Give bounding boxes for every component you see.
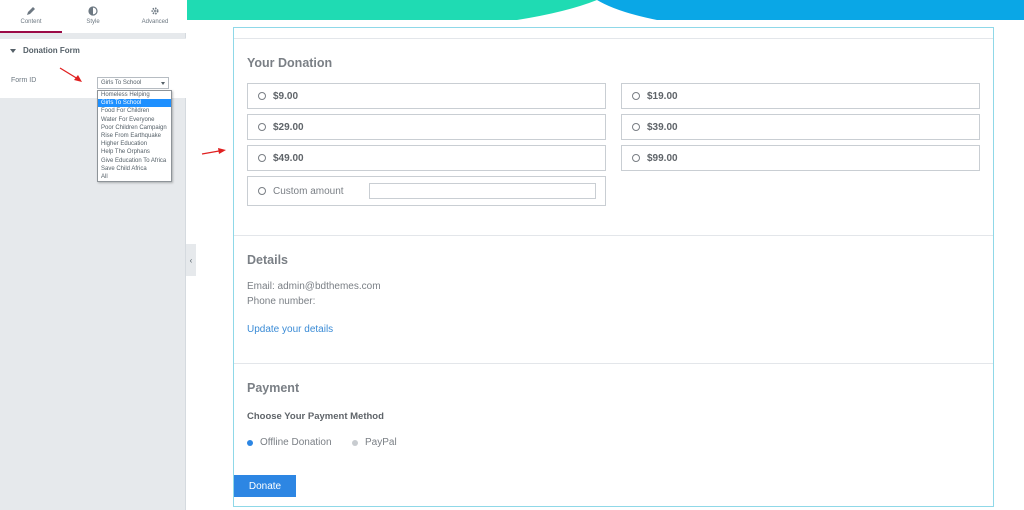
amount-option-19[interactable]: $19.00 [621, 83, 980, 109]
donation-form: Your Donation $9.00 $19.00 $29.00 $39.00… [233, 27, 994, 507]
radio-selected-icon [247, 439, 253, 446]
phone-line: Phone number: [247, 296, 316, 307]
payment-option-paypal[interactable]: PayPal [352, 437, 397, 448]
chevron-down-icon [161, 82, 165, 85]
payment-subtitle: Choose Your Payment Method [247, 411, 384, 422]
pencil-icon [26, 5, 36, 17]
dropdown-option[interactable]: Save Child Africa [98, 165, 171, 173]
payment-title: Payment [247, 381, 300, 395]
update-details-link[interactable]: Update your details [247, 324, 333, 335]
donation-title: Your Donation [247, 56, 333, 70]
details-title: Details [247, 253, 288, 267]
half-circle-icon [88, 5, 98, 17]
radio-icon [258, 187, 266, 195]
dropdown-option[interactable]: Rise From Earthquake [98, 132, 171, 140]
amount-option-9[interactable]: $9.00 [247, 83, 606, 109]
form-id-label: Form ID [11, 77, 37, 84]
radio-icon [258, 123, 266, 131]
annotation-arrow-icon [201, 148, 226, 155]
dropdown-option-selected[interactable]: Girls To School [98, 99, 171, 108]
amount-label: $99.00 [647, 152, 678, 164]
radio-icon [632, 123, 640, 131]
chevron-left-icon: ‹ [189, 255, 193, 265]
amount-option-99[interactable]: $99.00 [621, 145, 980, 171]
tab-content[interactable]: Content [0, 0, 62, 33]
caret-down-icon [10, 48, 16, 53]
radio-icon [258, 154, 266, 162]
form-id-select[interactable]: Girls To School [97, 77, 169, 89]
dropdown-option[interactable]: Food For Children [98, 107, 171, 115]
donate-button[interactable]: Donate [234, 475, 296, 497]
dropdown-option[interactable]: Poor Children Campaign [98, 124, 171, 132]
details-section: Details Email: admin@bdthemes.com Phone … [234, 235, 993, 353]
custom-amount-label: Custom amount [273, 185, 344, 197]
payment-option-label: PayPal [365, 437, 397, 448]
payment-option-label: Offline Donation [260, 437, 332, 448]
radio-icon [632, 92, 640, 100]
amount-label: $39.00 [647, 121, 678, 133]
radio-icon [632, 154, 640, 162]
tab-content-label: Content [20, 19, 42, 25]
donation-form-section: Donation Form Form ID [0, 38, 186, 98]
payment-section: Payment Choose Your Payment Method Offli… [234, 363, 993, 467]
section-title: Donation Form [23, 46, 80, 55]
radio-icon [352, 439, 358, 446]
donation-section: Your Donation $9.00 $19.00 $29.00 $39.00… [234, 38, 993, 226]
amount-option-39[interactable]: $39.00 [621, 114, 980, 140]
tab-advanced-label: Advanced [141, 19, 169, 25]
tab-advanced[interactable]: Advanced [124, 0, 186, 33]
tab-style[interactable]: Style [62, 0, 124, 33]
dropdown-option[interactable]: Help The Orphans [98, 148, 171, 156]
amount-option-49[interactable]: $49.00 [247, 145, 606, 171]
amount-label: $29.00 [273, 121, 304, 133]
form-id-selected-value: Girls To School [101, 80, 142, 86]
amount-label: $49.00 [273, 152, 304, 164]
gear-icon [150, 5, 160, 17]
dropdown-option[interactable]: Homeless Helping [98, 91, 171, 99]
custom-amount-input[interactable] [369, 183, 596, 199]
dropdown-option[interactable]: All [98, 173, 171, 181]
email-line: Email: admin@bdthemes.com [247, 281, 381, 292]
panel-tabs: Content Style Advanced [0, 0, 186, 33]
dropdown-option[interactable]: Water For Everyone [98, 116, 171, 124]
dropdown-option[interactable]: Higher Education [98, 140, 171, 148]
radio-icon [258, 92, 266, 100]
custom-amount-option[interactable]: Custom amount [247, 176, 606, 206]
payment-option-offline[interactable]: Offline Donation [247, 437, 332, 448]
amount-label: $19.00 [647, 90, 678, 102]
amount-label: $9.00 [273, 90, 299, 102]
section-toggle[interactable]: Donation Form [0, 38, 186, 62]
form-id-dropdown: Homeless Helping Girls To School Food Fo… [97, 90, 172, 182]
panel-collapse-button[interactable]: ‹ [186, 244, 196, 276]
tab-style-label: Style [86, 19, 100, 25]
dropdown-option[interactable]: Give Education To Africa [98, 157, 171, 165]
top-banner [187, 0, 1024, 20]
amount-option-29[interactable]: $29.00 [247, 114, 606, 140]
